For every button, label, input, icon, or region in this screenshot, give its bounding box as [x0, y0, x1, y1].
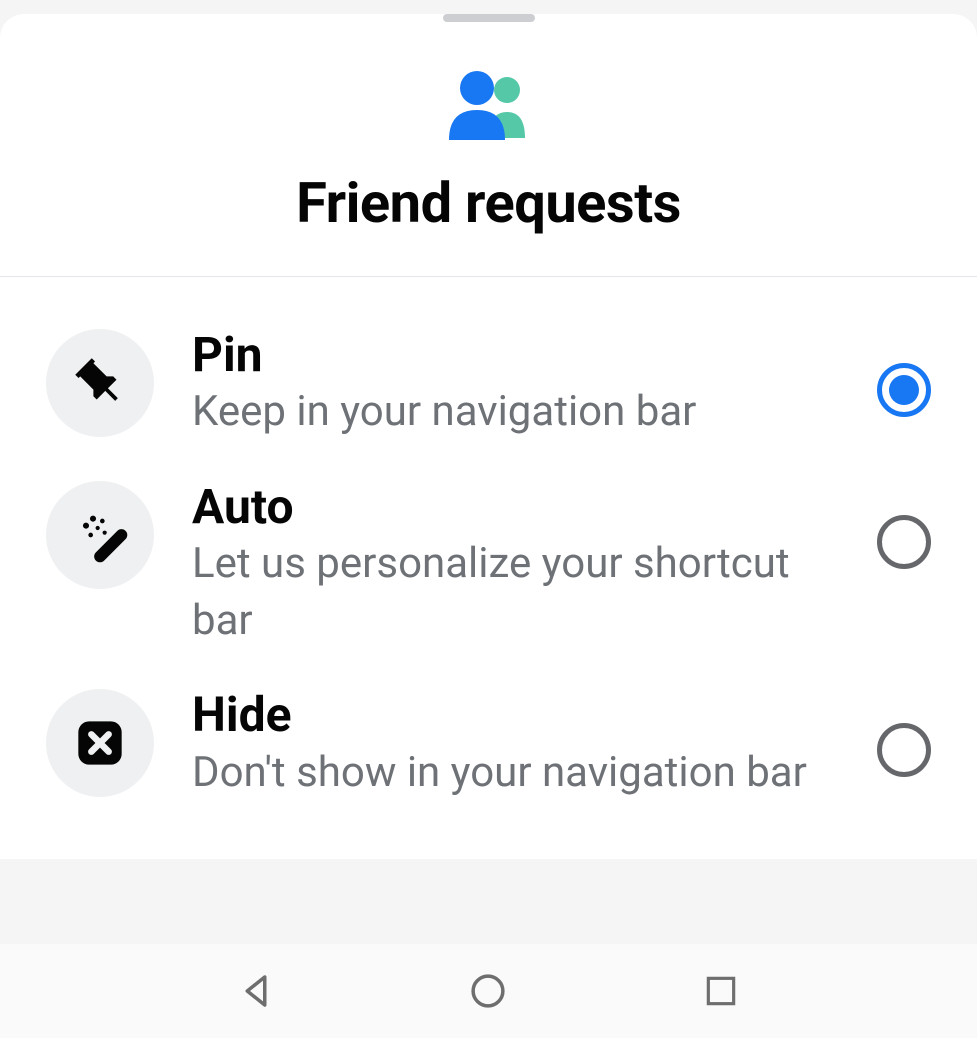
sheet-header: Friend requests: [0, 22, 977, 277]
close-box-icon: [46, 689, 154, 797]
radio-auto[interactable]: [877, 515, 931, 569]
bottom-sheet: Friend requests Pin Keep in your navigat…: [0, 14, 977, 859]
options-list: Pin Keep in your navigation bar: [0, 277, 977, 859]
radio-hide[interactable]: [877, 723, 931, 777]
option-pin-title: Pin: [192, 327, 839, 382]
nav-recent-button[interactable]: [691, 961, 751, 1021]
option-hide-text: Hide Don't show in your navigation bar: [192, 685, 839, 801]
option-pin-desc: Keep in your navigation bar: [192, 384, 839, 441]
magic-wand-icon: [46, 481, 154, 589]
friends-icon: [439, 70, 539, 140]
nav-back-button[interactable]: [226, 961, 286, 1021]
option-auto[interactable]: Auto Let us personalize your shortcut ba…: [46, 459, 931, 668]
option-auto-desc: Let us personalize your shortcut bar: [192, 536, 839, 649]
radio-pin[interactable]: [877, 363, 931, 417]
drag-handle[interactable]: [443, 14, 535, 22]
option-hide-desc: Don't show in your navigation bar: [192, 745, 839, 802]
pin-icon: [46, 329, 154, 437]
option-pin-text: Pin Keep in your navigation bar: [192, 325, 839, 441]
option-hide[interactable]: Hide Don't show in your navigation bar: [46, 667, 931, 819]
nav-home-button[interactable]: [458, 961, 518, 1021]
option-pin[interactable]: Pin Keep in your navigation bar: [46, 307, 931, 459]
sheet-title: Friend requests: [296, 170, 681, 236]
option-hide-title: Hide: [192, 687, 839, 742]
option-auto-text: Auto Let us personalize your shortcut ba…: [192, 477, 839, 650]
option-auto-title: Auto: [192, 479, 839, 534]
